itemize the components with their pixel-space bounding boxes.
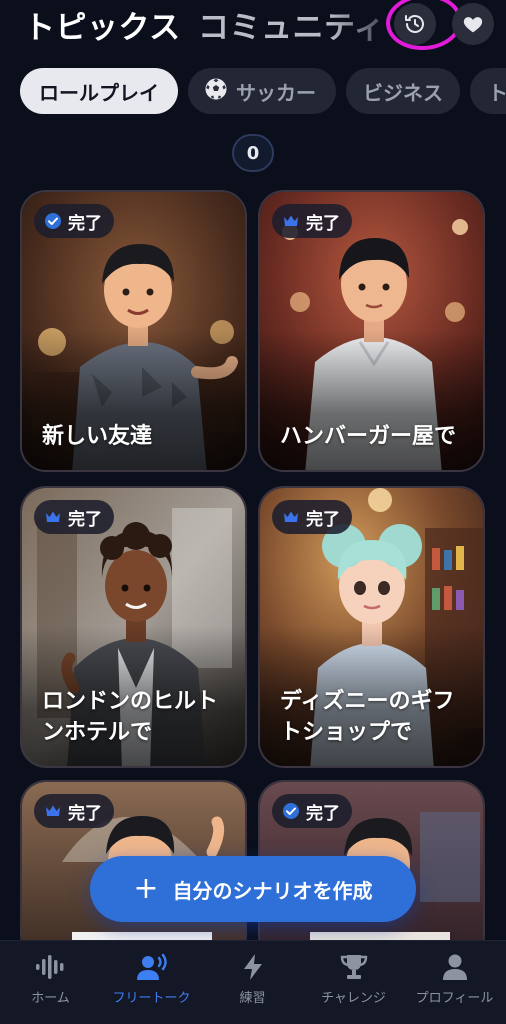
soccer-ball-icon [204, 77, 228, 106]
scenario-title: 新しい友達 [42, 424, 153, 449]
filter-chip-label: ロールプレイ [39, 80, 159, 105]
tab-topics[interactable]: トピックス [24, 2, 181, 47]
nav-item-challenge[interactable]: チャレンジ [303, 953, 404, 1017]
speaking-person-icon [136, 953, 167, 980]
nav-item-profile[interactable]: プロフィール [404, 953, 505, 1017]
status-badge: 完了 [272, 794, 352, 828]
waveform-icon [35, 955, 63, 979]
nav-item-practice[interactable]: 練習 [202, 953, 303, 1017]
scenario-card[interactable]: 完了 ディズニーのギフトショップで [258, 486, 485, 768]
filter-chip-partial[interactable]: ト [470, 68, 506, 114]
crown-icon [282, 509, 300, 525]
scenario-title: ハンバーガー屋で [280, 424, 457, 449]
status-badge-label: 完了 [306, 509, 340, 530]
status-badge-label: 完了 [68, 509, 102, 530]
completed-count-badge: 0 [232, 134, 274, 172]
crown-icon [44, 509, 62, 525]
status-badge: 完了 [34, 204, 114, 238]
filter-chip-label: サッカー [236, 80, 316, 105]
status-badge-label: 完了 [68, 803, 102, 824]
nav-item-free-talk[interactable]: フリートーク [101, 953, 202, 1017]
filter-chip-soccer[interactable]: サッカー [188, 68, 336, 114]
nav-label: プロフィール [415, 991, 494, 1006]
person-icon [442, 954, 467, 980]
status-badge: 完了 [272, 500, 352, 534]
nav-label: フリートーク [112, 991, 191, 1006]
filter-chip-roleplay[interactable]: ロールプレイ [20, 68, 178, 114]
nav-label: 練習 [239, 991, 266, 1006]
crown-icon [44, 803, 62, 819]
filter-chip-label: ビジネス [363, 80, 443, 105]
scenario-title: ロンドンのヒルトンホテルで [42, 689, 219, 745]
plus-icon: + [133, 871, 159, 906]
filter-chip-business[interactable]: ビジネス [346, 68, 460, 114]
status-badge: 完了 [34, 794, 114, 828]
nav-label: ホーム [31, 991, 70, 1006]
crown-icon [282, 213, 300, 229]
scenario-title: ディズニーのギフトショップで [280, 689, 455, 745]
check-circle-icon [282, 802, 300, 820]
status-badge-label: 完了 [306, 213, 340, 234]
nav-label: チャレンジ [321, 991, 386, 1006]
filter-chip-label: ト [488, 80, 506, 105]
favorites-button[interactable] [452, 3, 494, 45]
status-badge: 完了 [272, 204, 352, 238]
trophy-icon [340, 955, 367, 979]
category-filter-bar: ロールプレイ サッカー ビジネス ト [20, 68, 506, 114]
create-scenario-label: 自分のシナリオを作成 [172, 878, 373, 903]
scenario-card[interactable]: 完了 ロンドンのヒルトンホテルで [20, 486, 247, 768]
status-badge-label: 完了 [68, 213, 102, 234]
header: トピックス コミュニティ [0, 0, 506, 53]
scenario-card[interactable]: 完了 ハンバーガー屋で [258, 190, 485, 472]
create-scenario-button[interactable]: + 自分のシナリオを作成 [90, 856, 416, 922]
heart-icon [463, 17, 483, 33]
bottom-nav: ホーム フリートーク 練習 チャレンジ プロフィール [0, 940, 506, 1024]
lightning-icon [243, 954, 262, 980]
status-badge: 完了 [34, 500, 114, 534]
nav-item-home[interactable]: ホーム [0, 953, 101, 1017]
status-badge-label: 完了 [306, 803, 340, 824]
scenario-card[interactable]: 完了 新しい友達 [20, 190, 247, 472]
check-circle-icon [44, 212, 62, 230]
